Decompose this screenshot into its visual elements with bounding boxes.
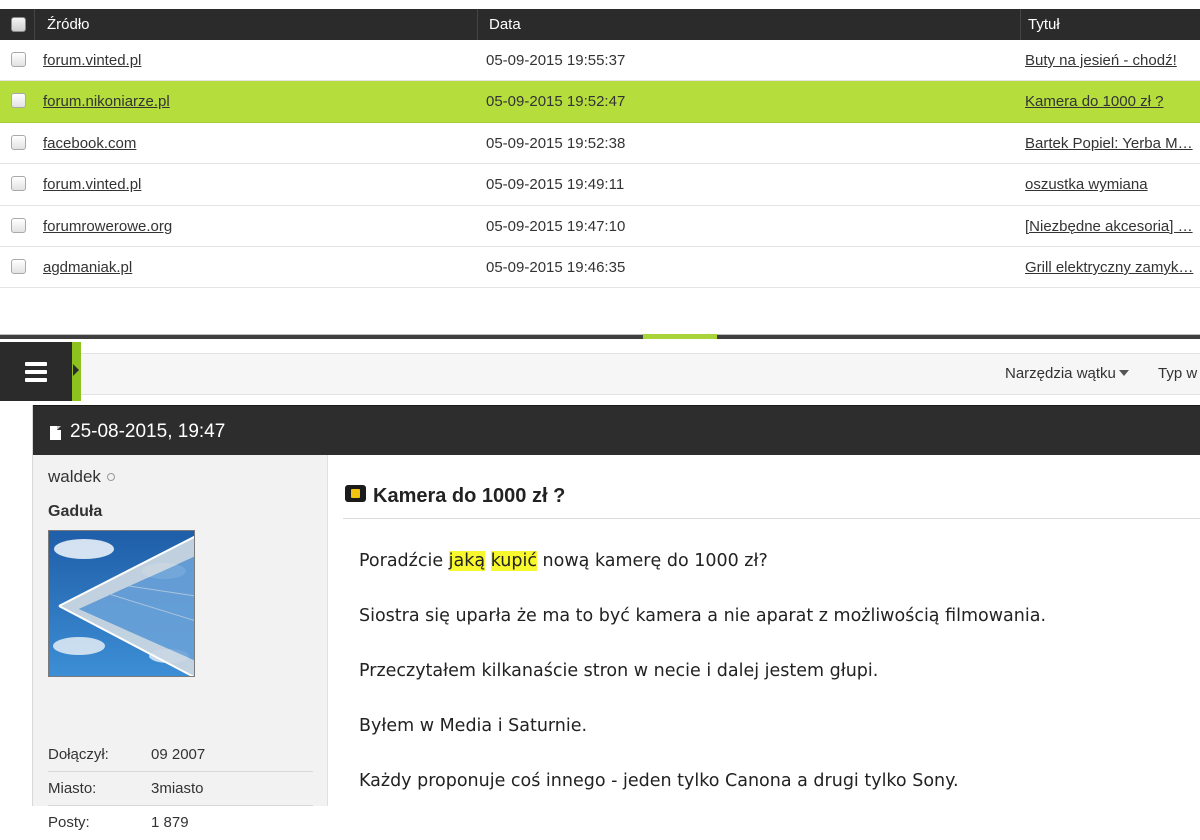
search-highlight: jaką <box>448 551 486 571</box>
user-info-panel: waldek Gaduła Dołączył: 09 2007 Miasto: … <box>33 455 328 831</box>
avatar-image <box>49 531 194 676</box>
stat-label: Dołączył: <box>48 746 109 763</box>
row-checkbox[interactable] <box>11 134 26 150</box>
row-checkbox[interactable] <box>11 52 26 67</box>
table-row-selected[interactable]: forum.nikoniarze.pl 05-09-2015 19:52:47 … <box>0 81 1200 123</box>
source-link[interactable]: forum.vinted.pl <box>43 40 473 81</box>
text-segment: nową kamerę do 1000 zł? <box>536 551 768 571</box>
post-date: 25-08-2015, 19:47 <box>70 421 226 442</box>
stat-joined: Dołączył: 09 2007 <box>48 738 313 772</box>
stat-label: Posty: <box>48 814 90 831</box>
title-link[interactable]: Bartek Popiel: Yerba M… <box>1025 123 1200 164</box>
post-paragraph: Każdy proponuje coś innego - jeden tylko… <box>359 771 959 791</box>
post-paragraph: Byłem w Media i Saturnie. <box>359 716 588 736</box>
date-cell: 05-09-2015 19:46:35 <box>486 258 626 276</box>
post-body: Poradźcie jaką kupić nową kamerę do 1000… <box>359 549 1179 824</box>
title-link[interactable]: Kamera do 1000 zł ? <box>1025 81 1200 122</box>
offline-status-icon <box>106 473 115 481</box>
stat-label: Miasto: <box>48 780 97 797</box>
post-paragraph: Poradźcie jaką kupić nową kamerę do 1000… <box>359 549 1179 604</box>
title-link[interactable]: [Niezbędne akcesoria] … <box>1025 206 1200 247</box>
text-segment: Poradźcie <box>359 551 449 571</box>
stat-value: 1 879 <box>151 814 189 831</box>
column-divider <box>1020 9 1021 40</box>
date-cell: 05-09-2015 19:49:11 <box>486 176 625 194</box>
row-checkbox[interactable] <box>11 258 26 274</box>
post-paragraph: Przeczytałem kilkanaście stron w necie i… <box>359 661 879 681</box>
thread-tools-dropdown[interactable]: Narzędzia wątku <box>1005 354 1129 394</box>
post-content: Kamera do 1000 zł ? Poradźcie jaką kupić… <box>329 455 1200 806</box>
table-row[interactable]: agdmaniak.pl 05-09-2015 19:46:35 Grill e… <box>0 247 1200 289</box>
splitter-bar[interactable] <box>0 334 1200 339</box>
user-rank: Gaduła <box>48 503 103 520</box>
column-header-title[interactable]: Tytuł <box>1028 9 1060 40</box>
results-rows: forum.vinted.pl 05-09-2015 19:55:37 Buty… <box>0 40 1200 289</box>
menu-button[interactable] <box>0 342 72 401</box>
post-paragraph: Siostra się uparła że ma to być kamera a… <box>359 606 1047 626</box>
title-link[interactable]: Grill elektryczny zamyk… <box>1025 247 1200 288</box>
caret-down-icon <box>1118 370 1129 376</box>
stat-value: 3miasto <box>151 780 204 797</box>
title-link[interactable]: Buty na jesień - chodź! <box>1025 40 1200 81</box>
forum-toolbar: Narzędzia wątku Typ w <box>0 342 1200 401</box>
post-title: Kamera do 1000 zł ? <box>373 485 566 507</box>
date-cell: 05-09-2015 19:55:37 <box>486 52 626 69</box>
stat-value: 09 2007 <box>151 746 206 763</box>
results-table-header: Źródło Data Tytuł <box>0 9 1200 40</box>
column-header-source[interactable]: Źródło <box>47 9 90 40</box>
results-table: Źródło Data Tytuł forum.vinted.pl 05-09-… <box>0 9 1200 330</box>
table-row[interactable]: forum.vinted.pl 05-09-2015 19:55:37 Buty… <box>0 40 1200 82</box>
row-checkbox[interactable] <box>11 217 26 233</box>
top-spacer <box>0 0 1200 9</box>
date-cell: 05-09-2015 19:47:10 <box>486 217 626 235</box>
text-segment <box>485 551 491 571</box>
table-row[interactable]: facebook.com 05-09-2015 19:52:38 Bartek … <box>0 123 1200 165</box>
column-divider <box>34 9 35 40</box>
table-row[interactable]: forumrowerowe.org 05-09-2015 19:47:10 [N… <box>0 206 1200 247</box>
table-row[interactable]: forum.vinted.pl 05-09-2015 19:49:11 oszu… <box>0 164 1200 206</box>
splitter-grip[interactable] <box>643 334 717 339</box>
stat-city: Miasto: 3miasto <box>48 772 313 806</box>
date-cell: 05-09-2015 19:52:38 <box>486 134 626 152</box>
column-divider <box>477 9 478 40</box>
search-highlight: kupić <box>490 551 537 571</box>
title-link[interactable]: oszustka wymiana <box>1025 164 1200 205</box>
username-label: waldek <box>48 467 101 486</box>
menu-toggle-tab[interactable] <box>72 342 81 401</box>
triangle-right-icon <box>73 364 79 376</box>
source-link[interactable]: agdmaniak.pl <box>43 247 473 288</box>
avatar[interactable] <box>48 530 195 677</box>
thread-toolbar: Narzędzia wątku Typ w <box>81 353 1200 395</box>
username[interactable]: waldek <box>48 467 115 487</box>
forum-post: 25-08-2015, 19:47 waldek Gaduła Dołączył… <box>32 405 1200 831</box>
pane-splitter[interactable] <box>0 330 1200 342</box>
row-checkbox[interactable] <box>11 176 26 192</box>
thread-tools-label: Narzędzia wątku <box>1005 365 1116 382</box>
row-checkbox[interactable] <box>11 93 26 109</box>
column-header-date[interactable]: Data <box>489 9 521 40</box>
display-type-dropdown[interactable]: Typ w <box>1158 354 1197 394</box>
date-cell: 05-09-2015 19:52:47 <box>486 93 626 111</box>
thread-icon <box>345 485 366 502</box>
post-header: 25-08-2015, 19:47 <box>33 405 1200 455</box>
select-all-checkbox[interactable] <box>11 17 26 32</box>
source-link[interactable]: forumrowerowe.org <box>43 206 473 247</box>
stat-posts: Posty: 1 879 <box>48 806 313 840</box>
source-link[interactable]: facebook.com <box>43 123 473 164</box>
post-title-row: Kamera do 1000 zł ? <box>343 455 1200 519</box>
source-link[interactable]: forum.nikoniarze.pl <box>43 81 473 122</box>
document-icon <box>50 426 61 440</box>
source-link[interactable]: forum.vinted.pl <box>43 164 473 205</box>
